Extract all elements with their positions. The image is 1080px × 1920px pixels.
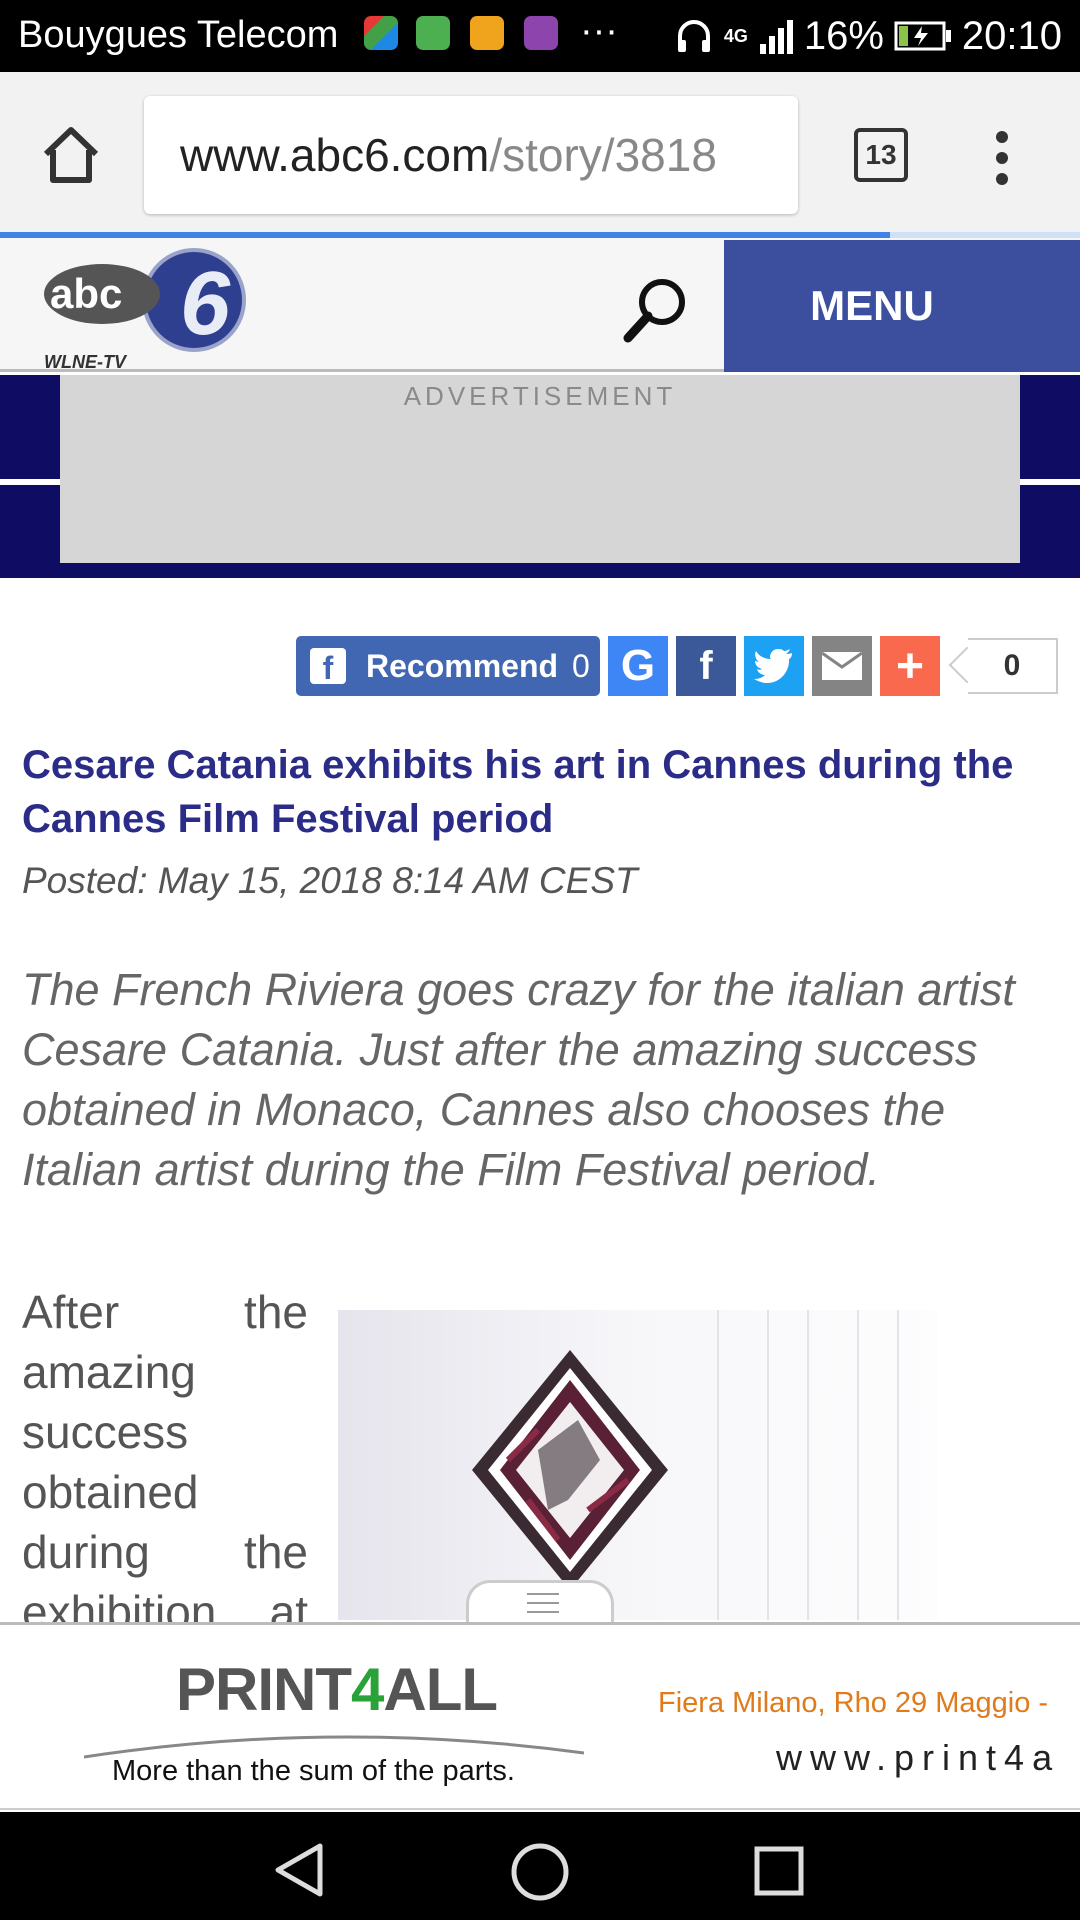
- carrier-name: Bouygues Telecom: [18, 14, 339, 56]
- notification-overflow: ···: [580, 10, 618, 52]
- share-bar: f Recommend 0 G f + 0: [296, 636, 1080, 696]
- search-icon[interactable]: [620, 274, 692, 346]
- gallery-app-icon: [524, 16, 558, 50]
- ad-url: www.print4a: [776, 1737, 1061, 1778]
- abc6-logo[interactable]: 6 abc WLNE-TV: [44, 242, 264, 372]
- recents-icon[interactable]: [754, 1846, 804, 1896]
- back-icon[interactable]: [272, 1842, 328, 1898]
- article-body: After the amazing success obtained durin…: [22, 1282, 308, 1642]
- posted-date: Posted: May 15, 2018 8:14 AM CEST: [22, 860, 638, 901]
- url-text: www.abc6.com/story/3818: [180, 128, 717, 182]
- clipboard-app-icon: [470, 16, 504, 50]
- drawer-handle-icon: [527, 1593, 559, 1613]
- print4all-logo: PRINT4ALL: [176, 1656, 498, 1723]
- url-domain: www.abc6.com: [180, 129, 490, 181]
- twitter-icon: [754, 649, 792, 683]
- bottom-ad-banner[interactable]: PRINT4ALL More than the sum of the parts…: [0, 1622, 1080, 1810]
- facebook-like-icon: f: [310, 648, 346, 686]
- url-path: /story/3818: [489, 129, 717, 181]
- browser-menu-icon[interactable]: [995, 130, 1009, 186]
- tab-switcher-button[interactable]: 13: [854, 128, 908, 182]
- ad-event-text: Fiera Milano, Rho 29 Maggio -: [658, 1687, 1049, 1719]
- browser-toolbar: www.abc6.com/story/3818 13: [0, 72, 1080, 232]
- facebook-icon: f: [699, 643, 713, 688]
- battery-charging-icon: [894, 21, 951, 51]
- drawer-handle[interactable]: [466, 1580, 614, 1624]
- body-paragraph: After the amazing success obtained durin…: [22, 1286, 308, 1638]
- plus-icon: +: [895, 639, 925, 693]
- more-share-button[interactable]: +: [880, 636, 940, 696]
- facebook-recommend-button[interactable]: f Recommend 0: [296, 636, 600, 696]
- play-games-icon: [364, 16, 398, 50]
- menu-button[interactable]: MENU: [724, 240, 1080, 372]
- email-icon: [821, 651, 863, 680]
- twitter-share-button[interactable]: [744, 636, 804, 696]
- headset-app-icon: [416, 16, 450, 50]
- recommend-label: Recommend: [366, 647, 559, 684]
- logo-callsign: WLNE-TV: [44, 352, 128, 372]
- ad-label: ADVERTISEMENT: [403, 381, 677, 411]
- facebook-share-button[interactable]: f: [676, 636, 736, 696]
- share-count: 0: [968, 638, 1058, 694]
- logo-number: 6: [180, 254, 231, 354]
- home-icon[interactable]: [40, 124, 102, 186]
- article-headline: Cesare Catania exhibits his art in Canne…: [22, 743, 1014, 841]
- navigation-bar: [0, 1812, 1080, 1920]
- site-header: 6 abc WLNE-TV MENU: [0, 238, 1080, 372]
- article-image[interactable]: [338, 1310, 938, 1620]
- url-bar[interactable]: www.abc6.com/story/3818: [144, 96, 798, 214]
- diamond-artwork: [338, 1310, 938, 1620]
- battery-percent: 16%: [803, 13, 884, 58]
- logo-text: abc: [50, 270, 122, 317]
- ad-banner: ADVERTISEMENT: [0, 375, 1080, 578]
- ad-tagline: More than the sum of the parts.: [112, 1755, 515, 1787]
- home-nav-icon[interactable]: [510, 1842, 570, 1902]
- status-bar: Bouygues Telecom ··· 4G 16% 20:10: [0, 0, 1080, 72]
- status-right: 4G 16% 20:10: [674, 12, 1062, 60]
- headphones-icon: [677, 20, 710, 52]
- recommend-count: 0: [572, 647, 590, 684]
- network-type: 4G: [723, 25, 748, 46]
- clock: 20:10: [961, 13, 1062, 58]
- google-share-button[interactable]: G: [608, 636, 668, 696]
- article-lede: The French Riviera goes crazy for the it…: [22, 964, 1015, 1195]
- email-share-button[interactable]: [812, 636, 872, 696]
- ad-slot[interactable]: ADVERTISEMENT: [60, 375, 1020, 563]
- signal-icon: [759, 20, 793, 54]
- google-icon: G: [620, 641, 656, 690]
